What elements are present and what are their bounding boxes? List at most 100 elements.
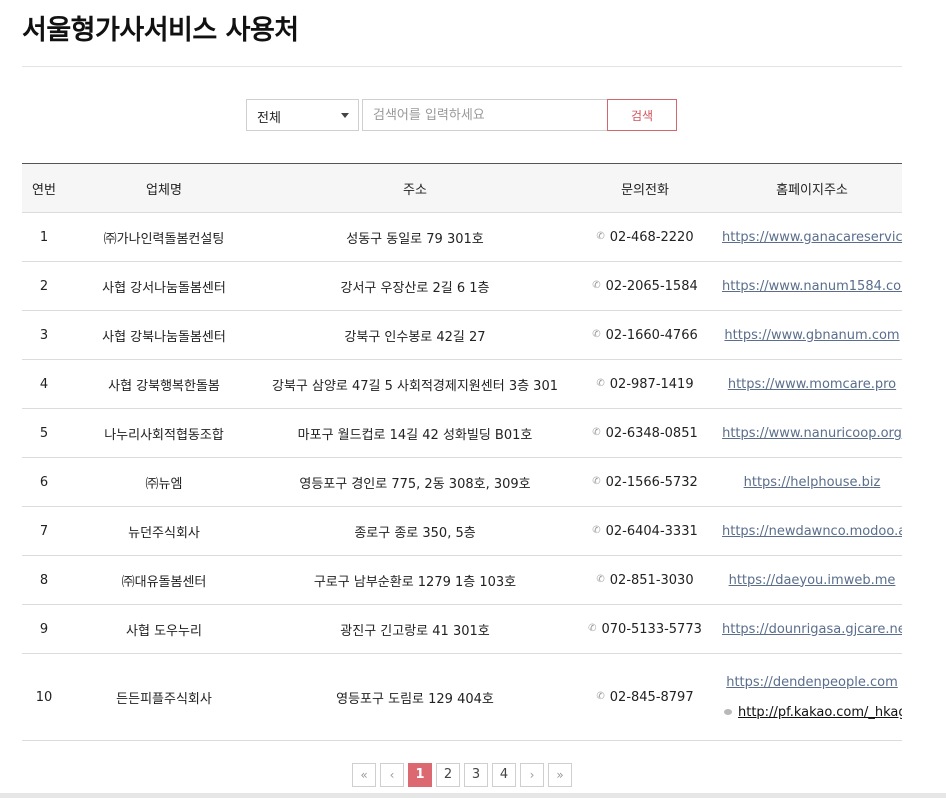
phone-number: 070-5133-5773 [601,621,702,637]
cell-name: 사협 도우누리 [66,604,262,654]
homepage-link[interactable]: https://www.momcare.pro [728,377,896,392]
phone-number: 02-6348-0851 [605,425,698,441]
cell-no: 7 [22,506,66,556]
provider-table: 연번 업체명 주소 문의전화 홈페이지주소 1 ㈜가나인력돌봄컨설팅 성동구 동일로… [22,163,902,741]
cell-phone: ✆ 02-987-1419 [568,359,722,409]
cell-homepage: https://www.gbnanum.com [722,310,902,360]
phone-number: 02-851-3030 [609,572,694,588]
phone-icon: ✆ [588,622,597,634]
cell-no: 6 [22,457,66,507]
cell-phone: ✆ 02-851-3030 [568,555,722,605]
phone-icon: ✆ [592,475,601,487]
page-button-1[interactable]: 1 [408,763,432,787]
table-row: 6 ㈜뉴엠 영등포구 경인로 775, 2동 308호, 309호 ✆ 02-1566-… [22,457,902,507]
phone-icon: ✆ [596,377,605,389]
cell-phone: ✆ 02-2065-1584 [568,261,722,311]
phone-number: 02-468-2220 [609,229,694,245]
table-row: 1 ㈜가나인력돌봄컨설팅 성동구 동일로 79 301호 ✆ 02-468-2220 ht… [22,212,902,262]
phone-icon: ✆ [592,524,601,536]
cell-homepage: https://www.momcare.pro [722,359,902,409]
table-row: 10 든든피플주식회사 영등포구 도림로 129 404호 ✆ 02-845-8797 h… [22,653,902,741]
first-page-button[interactable]: « [352,763,376,787]
cell-no: 10 [22,653,66,741]
cell-name: ㈜가나인력돌봄컨설팅 [66,212,262,262]
phone-icon: ✆ [596,230,605,242]
table-row: 3 사협 강북나눔돌봄센터 강북구 인수봉로 42길 27 ✆ 02-1660-4766… [22,310,902,360]
cell-name: 사협 강서나눔돌봄센터 [66,261,262,311]
cell-name: 뉴던주식회사 [66,506,262,556]
table-row: 2 사협 강서나눔돌봄센터 강서구 우장산로 2길 6 1층 ✆ 02-2065-158… [22,261,902,311]
phone-number: 02-987-1419 [609,376,694,392]
cell-homepage: https://www.nanuricoop.org [722,408,902,458]
cell-phone: ✆ 02-1660-4766 [568,310,722,360]
page-title: 서울형가사서비스 사용처 [22,15,299,46]
cell-phone: ✆ 070-5133-5773 [568,604,722,654]
table-row: 7 뉴던주식회사 종로구 종로 350, 5층 ✆ 02-6404-3331 https:… [22,506,902,556]
category-select[interactable]: 전체 [246,99,359,131]
cell-phone: ✆ 02-6404-3331 [568,506,722,556]
homepage-link[interactable]: https://daeyou.imweb.me [729,573,896,588]
phone-number: 02-2065-1584 [605,278,698,294]
page-button-2[interactable]: 2 [436,763,460,787]
cell-homepage: https://daeyou.imweb.me [722,555,902,605]
cell-no: 9 [22,604,66,654]
table-row: 9 사협 도우누리 광진구 긴고랑로 41 301호 ✆ 070-5133-5773 ht… [22,604,902,654]
homepage-link[interactable]: https://www.nanuricoop.org [722,426,902,441]
cell-no: 1 [22,212,66,262]
cell-name: 나누리사회적협동조합 [66,408,262,458]
page-button-3[interactable]: 3 [464,763,488,787]
table-row: 8 ㈜대유돌봄센터 구로구 남부순환로 1279 1층 103호 ✆ 02-851-30… [22,555,902,605]
cell-address: 영등포구 경인로 775, 2동 308호, 309호 [262,457,568,507]
header-name: 업체명 [66,163,262,213]
cell-homepage: https://dounrigasa.gjcare.net/ [722,604,902,654]
homepage-link[interactable]: https://helphouse.biz [744,475,881,490]
cell-no: 3 [22,310,66,360]
cell-phone: ✆ 02-6348-0851 [568,408,722,458]
prev-page-button[interactable]: ‹ [380,763,404,787]
cell-homepage: https://dendenpeople.com http://pf.kakao.… [722,653,902,741]
cell-phone: ✆ 02-468-2220 [568,212,722,262]
kakao-link[interactable]: http://pf.kakao.com/_hkagxj [738,705,902,720]
cell-name: ㈜뉴엠 [66,457,262,507]
homepage-link[interactable]: https://www.gbnanum.com [724,328,899,343]
kakao-chat-icon [724,709,732,715]
next-page-button[interactable]: › [520,763,544,787]
cell-address: 구로구 남부순환로 1279 1층 103호 [262,555,568,605]
phone-number: 02-1566-5732 [605,474,698,490]
homepage-link[interactable]: https://dounrigasa.gjcare.net/ [722,622,902,637]
search-input[interactable] [362,99,612,131]
cell-address: 강북구 인수봉로 42길 27 [262,310,568,360]
header-no: 연번 [22,163,66,213]
cell-homepage: https://helphouse.biz [722,457,902,507]
cell-address: 마포구 월드컵로 14길 42 성화빌딩 B01호 [262,408,568,458]
cell-address: 강북구 삼양로 47길 5 사회적경제지원센터 3층 301 [262,359,568,409]
cell-no: 8 [22,555,66,605]
cell-address: 영등포구 도림로 129 404호 [262,653,568,741]
cell-homepage: https://newdawnco.modoo.at [722,506,902,556]
header-homepage: 홈페이지주소 [722,163,902,213]
homepage-link[interactable]: https://www.ganacareservice.com [722,230,902,245]
homepage-link[interactable]: https://newdawnco.modoo.at [722,524,902,539]
homepage-link[interactable]: https://dendenpeople.com [726,675,898,690]
header-phone: 문의전화 [568,163,722,213]
cell-phone: ✆ 02-845-8797 [568,653,722,741]
phone-icon: ✆ [596,690,605,702]
last-page-button[interactable]: » [548,763,572,787]
cell-name: 사협 강북나눔돌봄센터 [66,310,262,360]
cell-name: 사협 강북행복한돌봄 [66,359,262,409]
homepage-link[interactable]: https://www.nanum1584.com [722,279,902,294]
cell-homepage: https://www.nanum1584.com [722,261,902,311]
table-row: 4 사협 강북행복한돌봄 강북구 삼양로 47길 5 사회적경제지원센터 3층 30… [22,359,902,409]
cell-address: 광진구 긴고랑로 41 301호 [262,604,568,654]
table-row: 5 나누리사회적협동조합 마포구 월드컵로 14길 42 성화빌딩 B01호 ✆ 02-… [22,408,902,458]
cell-no: 2 [22,261,66,311]
phone-icon: ✆ [596,573,605,585]
cell-name: 든든피플주식회사 [66,653,262,741]
phone-icon: ✆ [592,426,601,438]
page-button-4[interactable]: 4 [492,763,516,787]
table-body: 1 ㈜가나인력돌봄컨설팅 성동구 동일로 79 301호 ✆ 02-468-2220 ht… [22,212,902,741]
phone-number: 02-6404-3331 [605,523,698,539]
category-select-value: 전체 [257,111,281,126]
search-button[interactable]: 검색 [607,99,677,131]
phone-icon: ✆ [592,328,601,340]
